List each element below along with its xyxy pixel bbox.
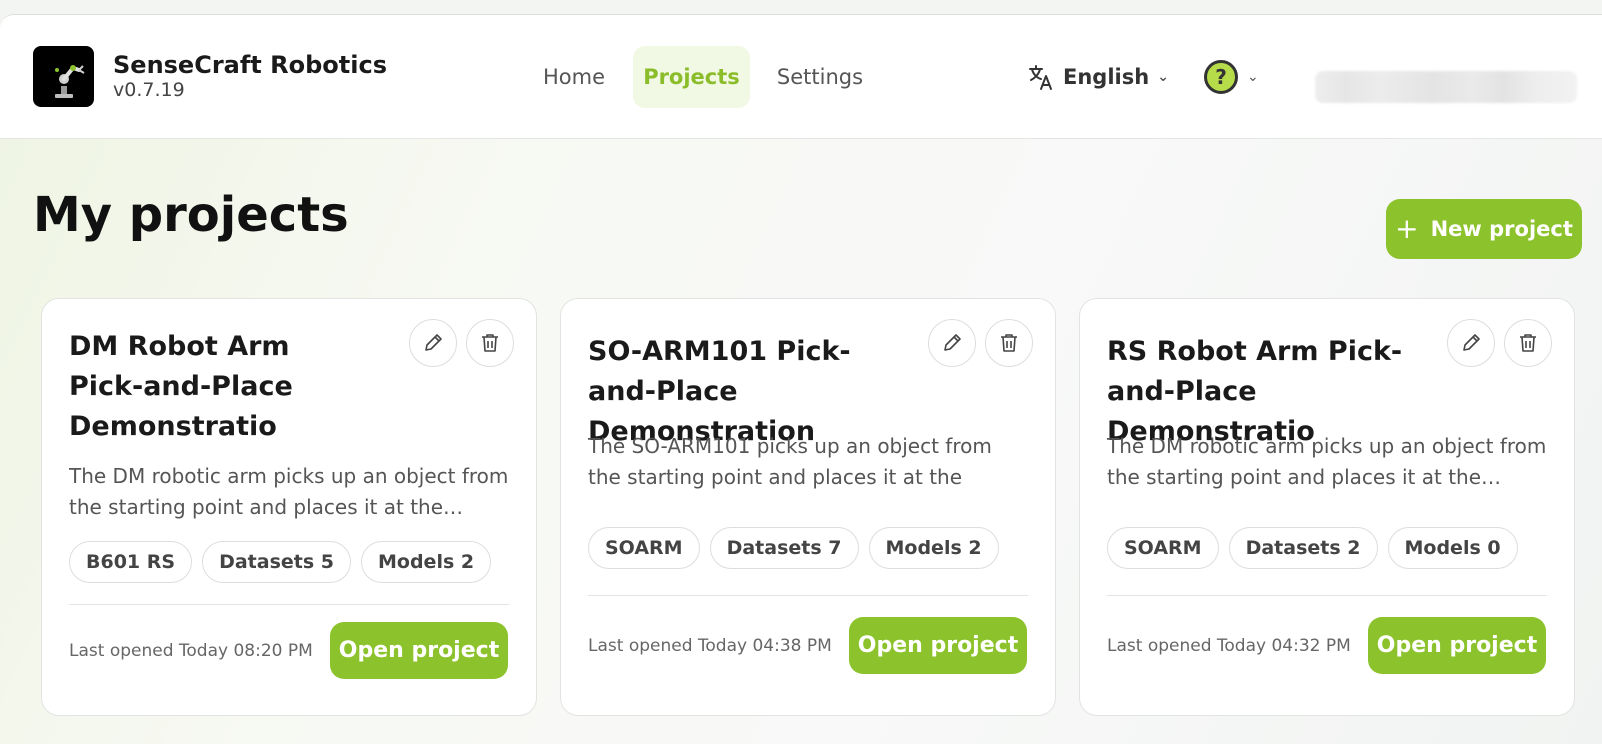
project-description: The DM robotic arm picks up an object fr…: [69, 464, 509, 519]
tag-device: SOARM: [588, 527, 700, 569]
open-project-button[interactable]: Open project: [330, 622, 508, 679]
project-title: DM Robot Arm Pick-and-Place Demonstratio: [69, 331, 293, 442]
chevron-down-icon: ⌄: [1157, 69, 1169, 85]
language-selector[interactable]: English ⌄: [1027, 60, 1169, 94]
trash-icon: [1520, 334, 1536, 352]
robot-arm-logo-icon: [55, 65, 85, 98]
tag-models: Models 2: [361, 541, 492, 583]
project-tags: SOARM Datasets 7 Models 2: [588, 527, 999, 569]
edit-project-button[interactable]: [928, 319, 976, 367]
nav-tab-projects[interactable]: Projects: [633, 46, 750, 108]
page-title: My projects: [33, 187, 349, 243]
trash-icon: [482, 334, 498, 352]
tag-datasets: Datasets 2: [1228, 527, 1378, 569]
tag-models: Models 2: [868, 527, 999, 569]
new-project-label: New project: [1430, 217, 1573, 241]
open-project-button[interactable]: Open project: [1368, 617, 1546, 674]
pencil-icon: [425, 334, 442, 351]
delete-project-button[interactable]: [1504, 319, 1552, 367]
last-opened: Last opened Today 04:32 PM: [1107, 636, 1351, 656]
tag-device: B601 RS: [69, 541, 193, 583]
delete-project-button[interactable]: [985, 319, 1033, 367]
last-opened: Last opened Today 08:20 PM: [69, 641, 313, 661]
tag-datasets: Datasets 5: [202, 541, 351, 583]
edit-project-button[interactable]: [1447, 319, 1495, 367]
account-info-redacted[interactable]: [1315, 71, 1577, 103]
project-description: The DM robotic arm picks up an object fr…: [1107, 434, 1547, 489]
language-label: English: [1063, 65, 1150, 89]
new-project-button[interactable]: + New project: [1386, 199, 1582, 259]
open-project-button[interactable]: Open project: [849, 617, 1027, 674]
app-version: v0.7.19: [113, 79, 185, 101]
app-name: SenseCraft Robotics: [113, 51, 387, 79]
edit-project-button[interactable]: [409, 319, 457, 367]
last-opened: Last opened Today 04:38 PM: [588, 636, 832, 656]
project-card: SO-ARM101 Pick-and-Place Demonstration T…: [560, 298, 1056, 716]
delete-project-button[interactable]: [466, 319, 514, 367]
tag-models: Models 0: [1387, 527, 1518, 569]
project-tags: SOARM Datasets 2 Models 0: [1107, 527, 1518, 569]
project-card: RS Robot Arm Pick-and-Place Demonstratio…: [1079, 298, 1575, 716]
translate-icon: [1029, 65, 1052, 90]
help-menu[interactable]: ? ⌄: [1204, 59, 1259, 95]
help-icon: ?: [1204, 60, 1238, 94]
plus-icon: +: [1395, 212, 1419, 245]
card-divider: [69, 604, 509, 605]
project-description: The SO-ARM101 picks up an object from th…: [588, 434, 992, 489]
trash-icon: [1001, 334, 1017, 352]
tag-device: SOARM: [1107, 527, 1219, 569]
chevron-down-icon: ⌄: [1247, 69, 1259, 85]
app-logo[interactable]: [33, 46, 94, 107]
top-header: SenseCraft Robotics v0.7.19 Home Project…: [0, 15, 1602, 139]
tag-datasets: Datasets 7: [709, 527, 859, 569]
pencil-icon: [1463, 334, 1480, 351]
app-window: SenseCraft Robotics v0.7.19 Home Project…: [0, 14, 1602, 744]
nav-tab-home[interactable]: Home: [530, 46, 618, 108]
card-divider: [1107, 595, 1547, 596]
project-tags: B601 RS Datasets 5 Models 2: [69, 541, 492, 583]
card-divider: [588, 595, 1028, 596]
pencil-icon: [944, 334, 961, 351]
nav-tab-settings[interactable]: Settings: [770, 46, 870, 108]
project-card: DM Robot Arm Pick-and-Place Demonstratio…: [41, 298, 537, 716]
